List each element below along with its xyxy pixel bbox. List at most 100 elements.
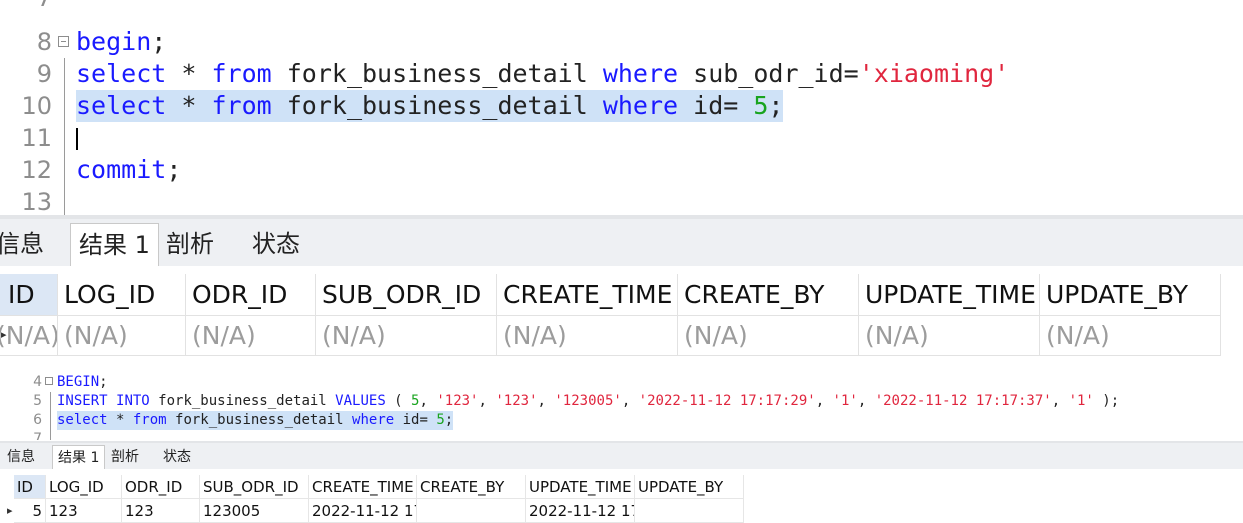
code-token: ; — [768, 91, 784, 120]
table-cell[interactable]: 2022-11-12 17:1 — [309, 499, 417, 523]
table-cell[interactable] — [635, 499, 744, 523]
editor-line: 7 — [0, 430, 1243, 440]
code-token: id= — [394, 412, 437, 428]
code-token: '2022-11-12 17:17:29' — [638, 393, 816, 409]
code-token: fork_business_detail — [271, 91, 603, 120]
line-number: 6 — [33, 412, 42, 428]
tab-profile[interactable]: 剖析 — [158, 223, 222, 266]
fold-toggle-icon[interactable] — [45, 377, 53, 385]
code-text: select * from fork_business_detail where… — [57, 411, 454, 430]
code-token: commit — [76, 155, 167, 184]
table-cell[interactable]: (N/A) — [186, 316, 316, 356]
code-token: ; — [99, 374, 108, 390]
table-cell[interactable]: (N/A) — [0, 316, 58, 356]
editor-line: 7 — [0, 0, 1243, 14]
top-result-tabs: 信息 结果 1 剖析 状态 — [0, 215, 1243, 266]
text-caret — [76, 128, 78, 150]
column-header-update-by[interactable]: UPDATE_BY — [635, 475, 744, 499]
editor-line: 11 — [0, 122, 1243, 154]
top-sql-editor[interactable]: 7 8 begin; 9 select * from fork_business… — [0, 0, 1243, 215]
code-token: where — [352, 412, 395, 428]
table-cell[interactable] — [417, 499, 526, 523]
line-number: 11 — [21, 124, 52, 152]
editor-line: 12 commit; — [0, 154, 1243, 186]
code-text: INSERT INTO fork_business_detail VALUES … — [57, 392, 1119, 411]
table-cell[interactable]: (N/A) — [58, 316, 186, 356]
code-token: fork_business_detail — [149, 393, 336, 409]
column-header-create-time[interactable]: CREATE_TIME — [309, 475, 417, 499]
column-header-log-id[interactable]: LOG_ID — [46, 475, 122, 499]
column-header-update-time[interactable]: UPDATE_TIME — [859, 274, 1040, 316]
table-cell[interactable]: (N/A) — [1040, 316, 1221, 356]
fold-guide — [64, 154, 65, 186]
table-cell[interactable]: (N/A) — [316, 316, 497, 356]
table-cell[interactable]: 123005 — [200, 499, 309, 523]
column-header-odr-id[interactable]: ODR_ID — [122, 475, 200, 499]
code-token: '123' — [495, 393, 538, 409]
code-token: where — [602, 59, 679, 88]
tab-result-1[interactable]: 结果 1 — [70, 223, 159, 266]
code-token: , — [478, 393, 496, 409]
code-token: 'xiaoming' — [858, 59, 1010, 88]
column-header-id[interactable]: ID — [14, 475, 46, 499]
code-token: from — [211, 91, 272, 120]
code-token: INTO — [116, 393, 150, 409]
column-header-update-time[interactable]: UPDATE_TIME — [526, 475, 635, 499]
code-token: , — [815, 393, 833, 409]
column-header-id[interactable]: ID — [0, 274, 58, 316]
code-text: commit; — [76, 154, 181, 186]
code-text: BEGIN; — [57, 373, 108, 392]
table-cell[interactable]: (N/A) — [678, 316, 859, 356]
row-pointer-icon: ▸ — [7, 504, 13, 517]
tab-profile[interactable]: 剖析 — [106, 445, 144, 469]
code-token: begin — [76, 27, 152, 56]
line-number: 10 — [21, 92, 52, 120]
column-header-update-by[interactable]: UPDATE_BY — [1040, 274, 1221, 316]
code-token: , — [537, 393, 555, 409]
code-token: select — [57, 412, 108, 428]
bottom-result-tabs: 信息 结果 1 剖析 状态 — [0, 441, 1243, 469]
fold-toggle-icon[interactable] — [58, 36, 69, 47]
table-cell[interactable]: 123 — [46, 499, 122, 523]
table-cell[interactable]: (N/A) — [497, 316, 678, 356]
bottom-sql-editor[interactable]: 4 BEGIN; 5 INSERT INTO fork_business_det… — [0, 368, 1243, 440]
column-header-create-by[interactable]: CREATE_BY — [417, 475, 526, 499]
line-number: 7 — [33, 431, 42, 440]
table-cell[interactable]: 2022-11-12 17:1 — [526, 499, 635, 523]
fold-guide — [64, 90, 65, 122]
column-header-odr-id[interactable]: ODR_ID — [186, 274, 316, 316]
code-token: * — [166, 91, 212, 120]
tab-status[interactable]: 状态 — [244, 223, 308, 266]
code-token: , — [1051, 393, 1069, 409]
column-header-create-time[interactable]: CREATE_TIME — [497, 274, 678, 316]
tab-info[interactable]: 信息 — [2, 445, 40, 469]
code-token: from — [211, 59, 272, 88]
code-token: '2022-11-12 17:17:37' — [874, 393, 1052, 409]
tab-status[interactable]: 状态 — [158, 445, 196, 469]
tab-info[interactable]: 信息 — [0, 223, 52, 266]
tab-result-1[interactable]: 结果 1 — [52, 445, 106, 469]
code-text: begin; — [76, 26, 166, 58]
code-token: ); — [1093, 393, 1120, 409]
table-cell[interactable]: 123 — [122, 499, 200, 523]
editor-line: 5 INSERT INTO fork_business_detail VALUE… — [0, 392, 1243, 411]
column-header-create-by[interactable]: CREATE_BY — [678, 274, 859, 316]
code-token: id= — [678, 91, 754, 120]
fold-guide — [64, 58, 65, 90]
column-header-sub-odr-id[interactable]: SUB_ODR_ID — [316, 274, 497, 316]
code-token: ; — [166, 155, 182, 184]
code-token: from — [132, 412, 167, 428]
code-token: ; — [444, 412, 454, 428]
line-number: 9 — [36, 60, 52, 88]
column-header-sub-odr-id[interactable]: SUB_ODR_ID — [200, 475, 309, 499]
column-header-log-id[interactable]: LOG_ID — [58, 274, 186, 316]
code-text: select * from fork_business_detail where… — [76, 90, 784, 122]
table-cell[interactable]: (N/A) — [859, 316, 1040, 356]
code-token: , — [419, 393, 437, 409]
table-cell[interactable]: 5 — [14, 499, 46, 523]
code-token: sub_odr_id= — [678, 59, 859, 88]
editor-line: 8 begin; — [0, 26, 1243, 58]
code-token: 5 — [436, 412, 445, 428]
line-number: 4 — [33, 374, 42, 390]
